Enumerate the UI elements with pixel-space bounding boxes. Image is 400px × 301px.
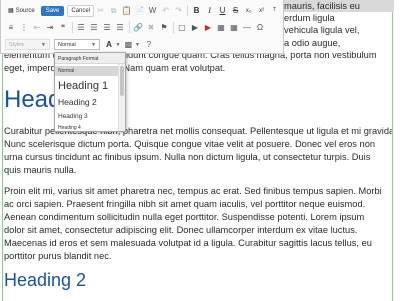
separator bbox=[187, 5, 189, 16]
format-option-normal[interactable]: Normal bbox=[55, 66, 119, 76]
paragraph-line[interactable]: urna cursus tincidunt ac finibus ipsum. … bbox=[4, 151, 392, 163]
media-icon[interactable]: ▦ bbox=[215, 22, 227, 34]
align-right-icon[interactable]: ☰ bbox=[101, 22, 113, 34]
selected-text-fragment[interactable]: mauris, facilisis eu bbox=[284, 0, 394, 13]
underline-icon[interactable]: U bbox=[217, 5, 229, 17]
align-center-icon[interactable]: ☰ bbox=[88, 22, 100, 34]
paragraph-line[interactable]: ac orci sapien. Praesent fringilla nibh … bbox=[4, 198, 392, 210]
chevron-down-icon: ▼ bbox=[91, 41, 96, 48]
toolbar-row-3: Styles ▼ Normal ▼ A ▼ ▩ ▼ ? bbox=[1, 36, 155, 53]
separator bbox=[71, 22, 73, 33]
paste-icon[interactable]: 📋 bbox=[121, 5, 133, 17]
paragraph-line[interactable]: dolor sit amet, consectetur adipiscing e… bbox=[4, 224, 392, 236]
separator bbox=[128, 22, 130, 33]
text-color-icon[interactable]: A bbox=[103, 39, 115, 51]
format-option-heading-1[interactable]: Heading 1 bbox=[55, 78, 119, 94]
source-label: Source bbox=[15, 7, 35, 14]
align-left-icon[interactable]: ☰ bbox=[75, 22, 87, 34]
indent-icon[interactable]: ⇥ bbox=[44, 22, 56, 34]
paragraph-line[interactable]: Nunc scelerisque dictum porta. Quisque c… bbox=[4, 138, 392, 150]
toolbar-row-2: ≡ ⋮ ⇤ ⇥ ❝ ☰ ☰ ☰ ☰ 🔗 ✖ ⚑ ▢ ▶ ▶ ▦ ▦ — Ω bbox=[1, 19, 267, 36]
outdent-icon[interactable]: ⇤ bbox=[31, 22, 43, 34]
chevron-down-icon[interactable]: ▼ bbox=[116, 42, 121, 48]
paragraph-line[interactable]: Proin elit mi, varius sit amet pharetra … bbox=[4, 185, 392, 197]
text-fragment[interactable]: vehicula ligula vel, bbox=[284, 24, 394, 36]
blockquote-icon[interactable]: ❝ bbox=[57, 22, 69, 34]
bold-icon[interactable]: B bbox=[191, 5, 203, 17]
remove-format-icon[interactable]: ᵀ bbox=[269, 5, 281, 17]
subscript-icon[interactable]: x₂ bbox=[243, 5, 255, 17]
help-icon[interactable]: ? bbox=[143, 39, 155, 51]
cancel-button[interactable]: Cancel bbox=[67, 4, 95, 17]
paragraph-line[interactable]: quis mauris nulla. bbox=[4, 164, 392, 176]
paragraph-line[interactable]: porttitor purus blandit nec. bbox=[4, 250, 392, 262]
text-fragment[interactable]: erdum ligula bbox=[284, 12, 394, 24]
bulleted-list-icon[interactable]: ⋮ bbox=[18, 22, 30, 34]
strikethrough-icon[interactable]: S bbox=[230, 5, 242, 17]
paragraph-line[interactable]: Aenean condimentum sollicitudin nulla eg… bbox=[4, 211, 392, 223]
heading-2[interactable]: Heading 2 bbox=[4, 270, 86, 291]
format-option-heading-4[interactable]: Heading 4 bbox=[55, 124, 119, 131]
text-fragment[interactable]: a odio augue, bbox=[284, 37, 394, 49]
superscript-icon[interactable]: x² bbox=[256, 5, 268, 17]
numbered-list-icon[interactable]: ≡ bbox=[5, 22, 17, 34]
styles-dropdown-label: Styles bbox=[9, 41, 24, 48]
background-color-icon[interactable]: ▩ bbox=[122, 39, 134, 51]
paste-word-icon[interactable]: W bbox=[147, 5, 159, 17]
redo-icon[interactable]: ↷ bbox=[173, 5, 185, 17]
format-option-heading-3[interactable]: Heading 3 bbox=[55, 111, 119, 122]
scrollbar-thumb[interactable] bbox=[120, 66, 124, 96]
editor-toolbar: ▦ Source Save Cancel ✂ ⧉ 📋 📄 W ↶ ↷ B I U… bbox=[0, 0, 284, 54]
youtube-icon[interactable]: ▶ bbox=[202, 22, 214, 34]
video-icon[interactable]: ▶ bbox=[189, 22, 201, 34]
paste-text-icon[interactable]: 📄 bbox=[134, 5, 146, 17]
unlink-icon[interactable]: ✖ bbox=[145, 22, 157, 34]
table-icon[interactable]: ▦ bbox=[228, 22, 240, 34]
format-dropdown-value: Normal bbox=[58, 41, 76, 48]
toolbar-row-1: ▦ Source Save Cancel ✂ ⧉ 📋 📄 W ↶ ↷ B I U… bbox=[1, 2, 281, 19]
source-icon: ▦ bbox=[8, 8, 14, 14]
paragraph-line[interactable]: Maecenas id eros et sem malesuada volutp… bbox=[4, 237, 392, 249]
undo-icon[interactable]: ↶ bbox=[160, 5, 172, 17]
paragraph-format-menu: Paragraph Format Normal Heading 1 Headin… bbox=[54, 52, 126, 132]
styles-dropdown[interactable]: Styles ▼ bbox=[5, 39, 50, 50]
cut-icon[interactable]: ✂ bbox=[95, 5, 107, 17]
save-button[interactable]: Save bbox=[40, 5, 65, 16]
chevron-down-icon: ▼ bbox=[41, 41, 46, 48]
format-dropdown[interactable]: Normal ▼ bbox=[54, 39, 100, 50]
menu-scrollbar[interactable] bbox=[118, 64, 125, 131]
source-button[interactable]: ▦ Source bbox=[5, 5, 38, 16]
horizontal-line-icon[interactable]: — bbox=[241, 22, 253, 34]
justify-icon[interactable]: ☰ bbox=[114, 22, 126, 34]
image-icon[interactable]: ▢ bbox=[176, 22, 188, 34]
anchor-icon[interactable]: ⚑ bbox=[158, 22, 170, 34]
separator bbox=[172, 22, 174, 33]
italic-icon[interactable]: I bbox=[204, 5, 216, 17]
link-icon[interactable]: 🔗 bbox=[132, 22, 144, 34]
copy-icon[interactable]: ⧉ bbox=[108, 5, 120, 17]
menu-title: Paragraph Format bbox=[55, 53, 125, 64]
special-character-icon[interactable]: Ω bbox=[254, 22, 266, 34]
chevron-down-icon[interactable]: ▼ bbox=[135, 42, 140, 48]
format-option-heading-2[interactable]: Heading 2 bbox=[55, 96, 119, 109]
